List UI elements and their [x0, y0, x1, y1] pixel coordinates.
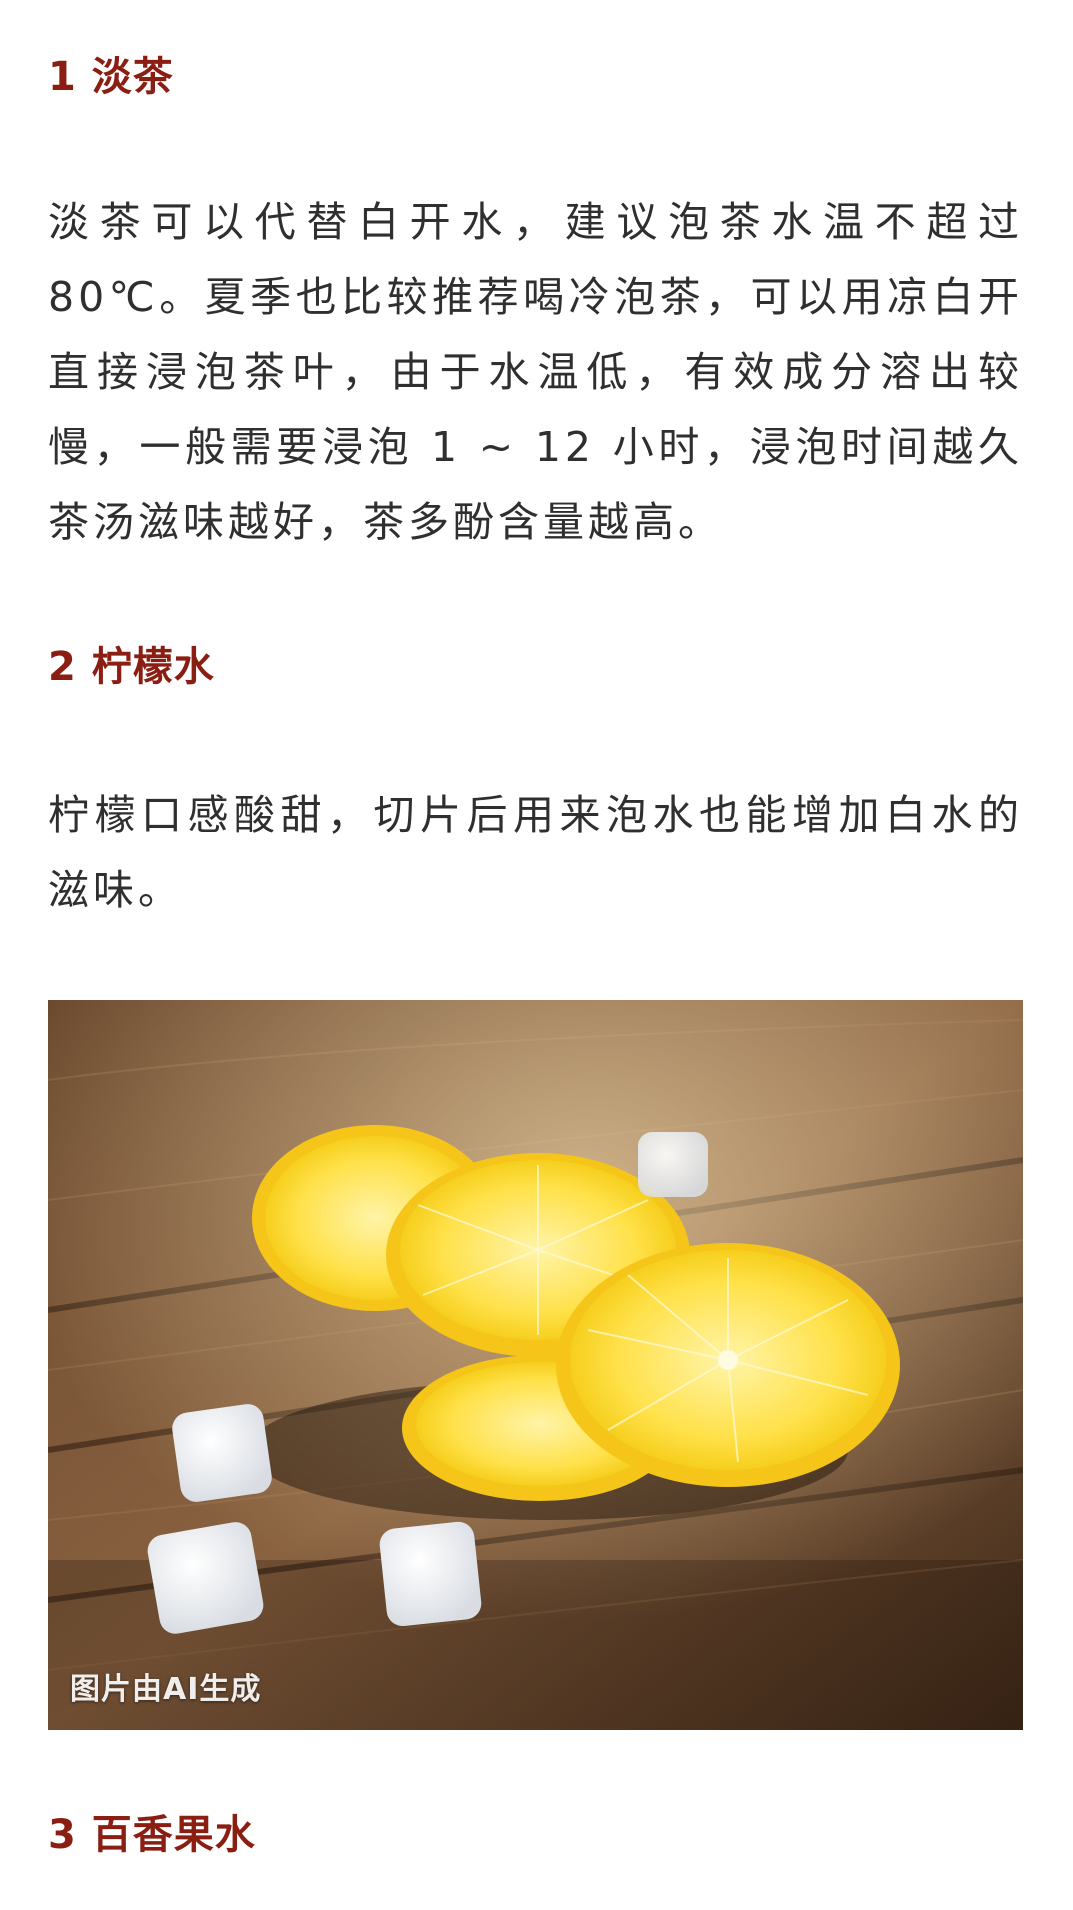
- image-caption: 图片由AI生成: [70, 1672, 262, 1707]
- section-paragraph-1: 淡茶可以代替白开水，建议泡茶水温不超过80℃。夏季也比较推荐喝冷泡茶，可以用凉白…: [48, 198, 1023, 546]
- section-paragraph-2: 柠檬口感酸甜，切片后用来泡水也能增加白水的滋味。: [48, 791, 1023, 914]
- lemon-slice-front-right: [556, 1243, 900, 1487]
- section-heading-3: 3 百香果水: [48, 1812, 256, 1858]
- lemon-slices-illustration: [48, 1000, 1023, 1730]
- section-heading-1: 1 淡茶: [48, 54, 174, 100]
- sugar-cube-left-lower: [147, 1522, 264, 1634]
- lemon-slices-photo: 图片由AI生成: [48, 1000, 1023, 1730]
- section-heading-2: 2 柠檬水: [48, 644, 215, 690]
- sugar-cube-left-upper: [172, 1404, 272, 1502]
- sugar-cube-top: [638, 1132, 708, 1197]
- sugar-cube-center: [379, 1521, 482, 1627]
